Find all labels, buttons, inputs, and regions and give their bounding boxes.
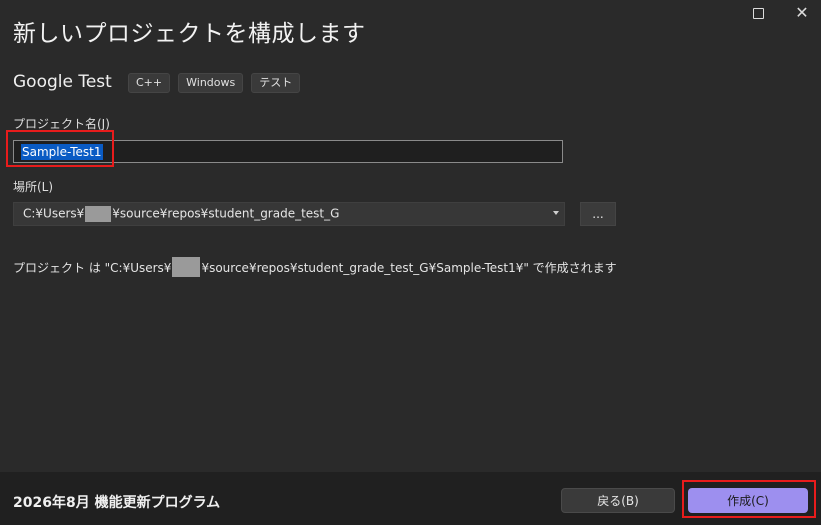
location-value: C:¥Users¥ ¥source¥repos¥student_grade_tes…	[23, 206, 340, 222]
browse-button[interactable]: ...	[580, 202, 616, 226]
maximize-button[interactable]	[744, 4, 772, 22]
tag-language: C++	[128, 73, 171, 93]
project-path-info: プロジェクト は "C:¥Users¥ ¥source¥repos¥student…	[13, 257, 617, 277]
tag-project-type: テスト	[251, 73, 301, 93]
dialog-title: 新しいプロジェクトを構成します	[13, 21, 366, 47]
chevron-down-icon	[553, 211, 559, 215]
location-label: 場所(L)	[13, 180, 54, 194]
back-button[interactable]: 戻る(B)	[561, 488, 675, 513]
tag-platform: Windows	[178, 73, 244, 93]
template-name: Google Test	[13, 72, 112, 92]
redacted-username	[172, 257, 201, 277]
template-tags: C++ Windows テスト	[128, 73, 301, 93]
close-icon: ✕	[795, 3, 809, 22]
redacted-username	[85, 206, 112, 222]
highlight-create-button	[682, 480, 816, 518]
maximize-icon	[752, 7, 764, 19]
feature-update-text: 2026年8月 機能更新プログラム	[13, 495, 221, 511]
highlight-project-name	[6, 130, 114, 167]
location-select[interactable]: C:¥Users¥ ¥source¥repos¥student_grade_tes…	[13, 202, 565, 226]
close-button[interactable]: ✕	[788, 4, 816, 22]
